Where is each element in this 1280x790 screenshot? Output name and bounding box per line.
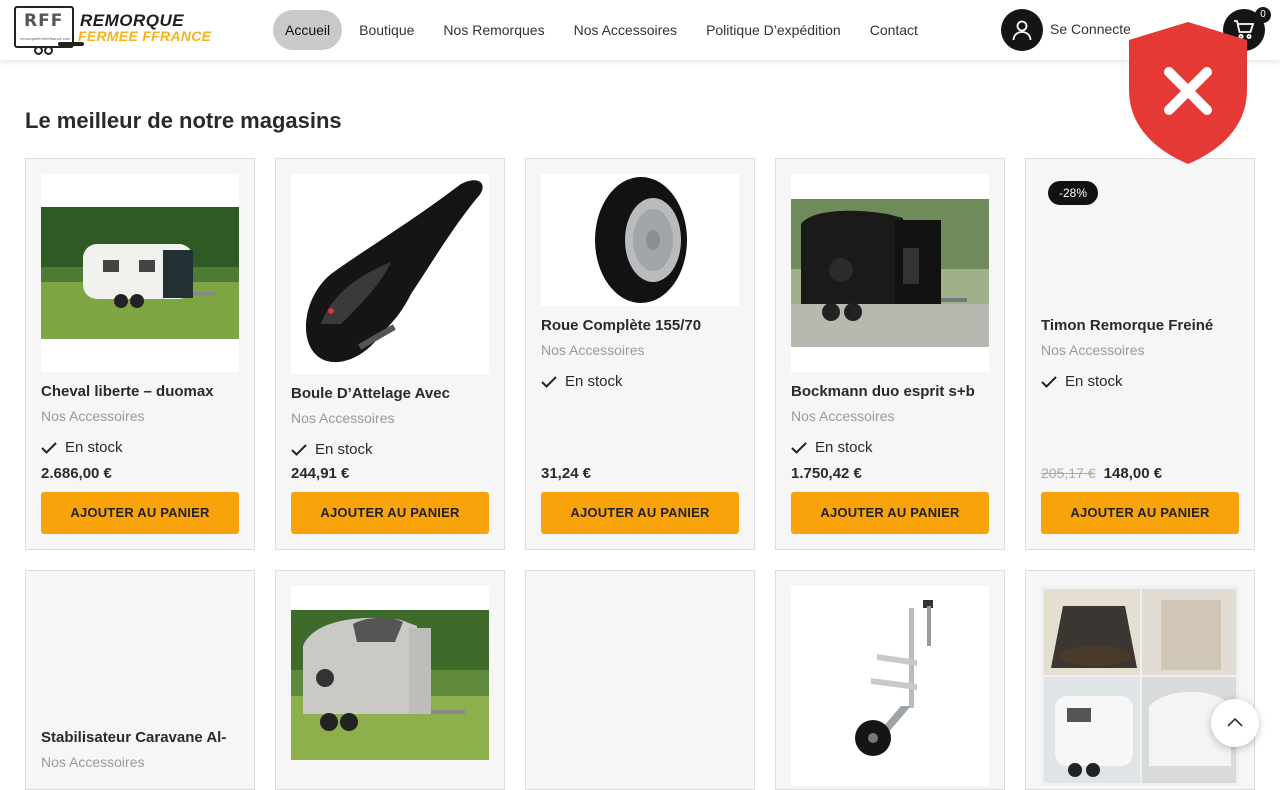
add-to-cart-button[interactable]: AJOUTER AU PANIER xyxy=(291,492,489,534)
scroll-to-top-button[interactable] xyxy=(1211,699,1259,747)
nav-item-politique-expedition[interactable]: Politique D’expédition xyxy=(694,10,853,50)
product-title[interactable]: Cheval liberte – duomax xyxy=(41,383,239,400)
nav-item-nos-accessoires[interactable]: Nos Accessoires xyxy=(562,10,689,50)
logo-wheel-icon xyxy=(34,46,43,55)
nav-item-boutique[interactable]: Boutique xyxy=(347,10,426,50)
stock-status: En stock xyxy=(541,373,623,390)
product-card xyxy=(775,570,1005,790)
site-logo[interactable]: RFF remorquefermeeffrance.com REMORQUE F… xyxy=(14,4,214,56)
product-card: Bockmann duo esprit s+b Nos Accessoires … xyxy=(775,158,1005,550)
price-value: 2.686,00 € xyxy=(41,465,112,482)
product-image[interactable] xyxy=(541,174,739,306)
product-price: 1.750,42 € xyxy=(791,465,862,482)
product-image[interactable] xyxy=(791,586,989,786)
product-card: Stabilisateur Caravane Al- Nos Accessoir… xyxy=(25,570,255,790)
price-value: 1.750,42 € xyxy=(791,465,862,482)
stock-label: En stock xyxy=(315,441,373,458)
product-title[interactable]: Stabilisateur Caravane Al- xyxy=(41,729,239,746)
shield-x-icon xyxy=(1129,22,1247,164)
site-header: RFF remorquefermeeffrance.com REMORQUE F… xyxy=(0,0,1280,60)
product-card xyxy=(275,570,505,790)
chevron-up-icon xyxy=(1227,717,1243,727)
product-price: 244,91 € xyxy=(291,465,349,482)
logo-rff-text: RFF xyxy=(24,11,64,31)
product-category[interactable]: Nos Accessoires xyxy=(41,408,144,424)
nav-item-nos-remorques[interactable]: Nos Remorques xyxy=(431,10,556,50)
product-title[interactable]: Bockmann duo esprit s+b xyxy=(791,383,989,400)
cart-count-badge: 0 xyxy=(1255,7,1271,23)
stock-label: En stock xyxy=(1065,373,1123,390)
old-price: 205,17 € xyxy=(1041,465,1096,481)
logo-url-text: remorquefermeeffrance.com xyxy=(20,36,71,41)
product-card: Boule D’Attelage Avec Nos Accessoires En… xyxy=(275,158,505,550)
login-link[interactable]: Se Connecter / S'inscrire xyxy=(1050,21,1130,37)
product-category[interactable]: Nos Accessoires xyxy=(1041,342,1144,358)
product-image[interactable] xyxy=(1041,586,1239,786)
product-image[interactable] xyxy=(291,586,489,760)
product-card: -28% Timon Remorque Freiné Nos Accessoir… xyxy=(1025,158,1255,550)
nav-item-accueil[interactable]: Accueil xyxy=(273,10,343,50)
add-to-cart-button[interactable]: AJOUTER AU PANIER xyxy=(791,492,989,534)
stock-label: En stock xyxy=(565,373,623,390)
stock-status: En stock xyxy=(291,441,373,458)
product-image[interactable] xyxy=(791,174,989,372)
nav-item-contact[interactable]: Contact xyxy=(858,10,930,50)
stock-status: En stock xyxy=(791,439,873,456)
product-image[interactable] xyxy=(291,174,489,374)
add-to-cart-button[interactable]: AJOUTER AU PANIER xyxy=(41,492,239,534)
product-card xyxy=(525,570,755,790)
checkmark-icon xyxy=(1041,375,1057,388)
product-category[interactable]: Nos Accessoires xyxy=(541,342,644,358)
product-price: 205,17 € 148,00 € xyxy=(1041,465,1162,482)
logo-wheel-icon xyxy=(44,46,53,55)
stock-status: En stock xyxy=(1041,373,1123,390)
product-title[interactable]: Boule D’Attelage Avec xyxy=(291,385,489,402)
checkmark-icon xyxy=(41,441,57,454)
section-title: Le meilleur de notre magasins xyxy=(25,108,342,133)
logo-title-line2: FERMEE FFRANCE xyxy=(78,28,212,44)
add-to-cart-button[interactable]: AJOUTER AU PANIER xyxy=(541,492,739,534)
checkmark-icon xyxy=(291,443,307,456)
product-price: 31,24 € xyxy=(541,465,591,482)
product-price: 2.686,00 € xyxy=(41,465,112,482)
user-icon[interactable] xyxy=(1001,9,1043,51)
sale-badge: -28% xyxy=(1048,181,1099,205)
price-value: 31,24 € xyxy=(541,465,592,482)
product-card xyxy=(1025,570,1255,790)
stock-status: En stock xyxy=(41,439,123,456)
checkmark-icon xyxy=(791,441,807,454)
stock-label: En stock xyxy=(65,439,123,456)
main-nav: Accueil Boutique Nos Remorques Nos Acces… xyxy=(273,10,935,50)
product-category[interactable]: Nos Accessoires xyxy=(791,408,894,424)
product-title[interactable]: Roue Complète 155/70 xyxy=(541,317,739,334)
checkmark-icon xyxy=(541,375,557,388)
price-value: 148,00 € xyxy=(1103,465,1163,482)
add-to-cart-button[interactable]: AJOUTER AU PANIER xyxy=(1041,492,1239,534)
product-title[interactable]: Timon Remorque Freiné xyxy=(1041,317,1239,334)
stock-label: En stock xyxy=(815,439,873,456)
product-card: Roue Complète 155/70 Nos Accessoires En … xyxy=(525,158,755,550)
product-card: Cheval liberte – duomax Nos Accessoires … xyxy=(25,158,255,550)
price-value: 244,91 € xyxy=(291,465,350,482)
product-image[interactable] xyxy=(41,174,239,372)
product-category[interactable]: Nos Accessoires xyxy=(291,410,394,426)
